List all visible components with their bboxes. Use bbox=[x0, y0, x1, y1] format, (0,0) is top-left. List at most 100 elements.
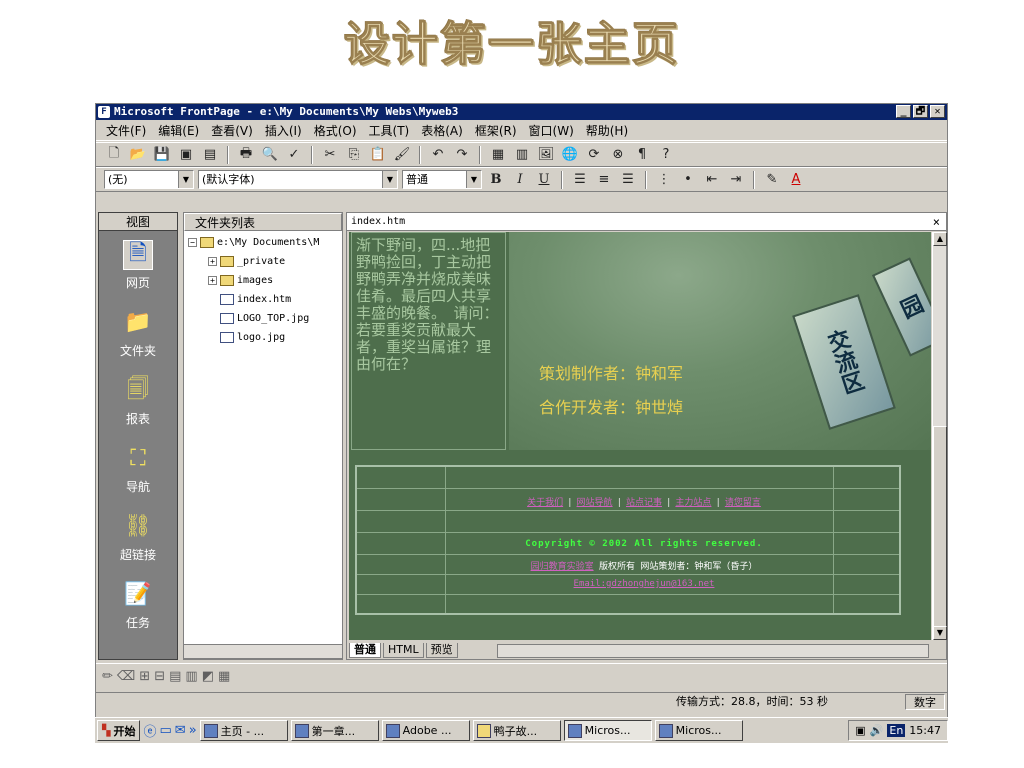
open-icon[interactable]: 📂 bbox=[128, 145, 148, 165]
style-select[interactable]: (无) ▼ bbox=[104, 170, 194, 189]
scroll-down-icon[interactable]: ▼ bbox=[933, 626, 947, 640]
tab-html[interactable]: HTML bbox=[383, 642, 424, 658]
tree-item[interactable]: + _private bbox=[208, 256, 285, 267]
show-all-icon[interactable]: ¶ bbox=[632, 145, 652, 165]
menu-format[interactable]: 格式(O) bbox=[312, 122, 359, 139]
help-icon[interactable]: ? bbox=[656, 145, 676, 165]
align-left-icon[interactable]: ☰ bbox=[570, 170, 590, 190]
insert-rows-icon[interactable]: ▤ bbox=[169, 669, 181, 684]
language-indicator[interactable]: En bbox=[887, 724, 906, 737]
folder-list-icon[interactable]: ▤ bbox=[200, 145, 220, 165]
quicklaunch-more[interactable]: » bbox=[189, 723, 197, 738]
menu-insert[interactable]: 插入(I) bbox=[263, 122, 304, 139]
open-file-name[interactable]: index.htm bbox=[351, 216, 405, 227]
save-icon[interactable]: 💾 bbox=[152, 145, 172, 165]
link-site-nav[interactable]: 网站导航 bbox=[577, 498, 613, 508]
story-text[interactable]: 渐下野间，四...地把野鸭捡回，丁主动把野鸭弄净并烧成美味佳肴。最后四人共享丰盛… bbox=[351, 232, 506, 450]
scroll-thumb[interactable] bbox=[933, 426, 947, 632]
paste-icon[interactable]: 📋 bbox=[368, 145, 388, 165]
insert-table-icon[interactable]: ▥ bbox=[512, 145, 532, 165]
copy-icon[interactable]: ⎘ bbox=[344, 145, 364, 165]
insert-picture-icon[interactable]: 🖼 bbox=[536, 145, 556, 165]
pencil-icon[interactable]: ✏ bbox=[102, 669, 113, 684]
insert-component-icon[interactable]: ▦ bbox=[488, 145, 508, 165]
table-autofit-icon[interactable]: ▦ bbox=[218, 669, 230, 684]
tab-preview[interactable]: 预览 bbox=[425, 642, 458, 658]
clock[interactable]: 15:47 bbox=[909, 724, 941, 737]
expand-icon[interactable]: + bbox=[208, 276, 217, 285]
eraser-icon[interactable]: ⌫ bbox=[117, 669, 135, 684]
highlight-icon[interactable]: ✎ bbox=[762, 170, 782, 190]
view-navigation[interactable]: ⛶ 导航 bbox=[99, 435, 177, 503]
menu-tools[interactable]: 工具(T) bbox=[367, 122, 412, 139]
menu-view[interactable]: 查看(V) bbox=[209, 122, 255, 139]
volume-icon[interactable]: 🔊 bbox=[870, 724, 884, 737]
menu-table[interactable]: 表格(A) bbox=[419, 122, 465, 139]
redo-icon[interactable]: ↷ bbox=[452, 145, 472, 165]
table-merge-icon[interactable]: ⊟ bbox=[154, 669, 165, 684]
font-select[interactable]: (默认字体) ▼ bbox=[198, 170, 398, 189]
garden-tag[interactable]: 园 bbox=[871, 257, 931, 357]
link-about-us[interactable]: 关于我们 bbox=[527, 498, 563, 508]
font-color-icon[interactable]: A bbox=[786, 170, 806, 190]
stop-icon[interactable]: ⊗ bbox=[608, 145, 628, 165]
menu-edit[interactable]: 编辑(E) bbox=[156, 122, 201, 139]
task-microsoft-2[interactable]: Micros... bbox=[654, 720, 743, 741]
minimize-button[interactable]: _ bbox=[896, 105, 911, 118]
task-homepage[interactable]: 主页 - ... bbox=[199, 720, 288, 741]
undo-icon[interactable]: ↶ bbox=[428, 145, 448, 165]
preview-icon[interactable]: 🔍 bbox=[260, 145, 280, 165]
desktop-quicklaunch-icon[interactable]: ▭ bbox=[159, 723, 171, 738]
view-reports[interactable]: 🗐 报表 bbox=[99, 367, 177, 435]
start-button[interactable]: ▚ 开始 bbox=[97, 720, 141, 741]
network-icon[interactable]: ▣ bbox=[855, 724, 865, 737]
hero-banner[interactable]: 策划制作者：钟和军 合作开发者：钟世焯 交流区 园 bbox=[509, 232, 931, 450]
bold-button[interactable]: B bbox=[486, 170, 506, 190]
view-page[interactable]: 🗎 网页 bbox=[99, 231, 177, 299]
title-bar[interactable]: F Microsoft FrontPage - e:\My Documents\… bbox=[96, 104, 947, 120]
tree-item[interactable]: + images bbox=[208, 275, 273, 286]
menu-help[interactable]: 帮助(H) bbox=[584, 122, 630, 139]
link-guestbook[interactable]: 请您留言 bbox=[725, 498, 761, 508]
exchange-area-tag[interactable]: 交流区 bbox=[792, 294, 896, 430]
align-right-icon[interactable]: ☰ bbox=[618, 170, 638, 190]
tree-item[interactable]: LOGO_TOP.jpg bbox=[220, 313, 309, 324]
align-center-icon[interactable]: ≡ bbox=[594, 170, 614, 190]
underline-button[interactable]: U bbox=[534, 170, 554, 190]
print-icon[interactable]: 🖶 bbox=[236, 145, 256, 165]
new-page-icon[interactable]: 🗋 bbox=[104, 145, 124, 165]
task-chapter-one[interactable]: 第一章... bbox=[290, 720, 379, 741]
view-folders[interactable]: 📁 文件夹 bbox=[99, 299, 177, 367]
publish-icon[interactable]: ▣ bbox=[176, 145, 196, 165]
link-main-site[interactable]: 主力站点 bbox=[675, 498, 711, 508]
task-duck-story[interactable]: 鸭子故... bbox=[472, 720, 561, 741]
close-button[interactable]: ✕ bbox=[930, 105, 945, 118]
expand-icon[interactable]: + bbox=[208, 257, 217, 266]
outlook-quicklaunch-icon[interactable]: ✉ bbox=[175, 723, 186, 738]
menu-window[interactable]: 窗口(W) bbox=[527, 122, 576, 139]
editor-vscrollbar[interactable]: ▲ ▼ bbox=[932, 232, 947, 640]
menu-file[interactable]: 文件(F) bbox=[104, 122, 148, 139]
table-split-icon[interactable]: ⊞ bbox=[139, 669, 150, 684]
owner-link[interactable]: 园归教育实验室 bbox=[531, 562, 594, 572]
email-link[interactable]: Email:gdzhonghejun@163.net bbox=[451, 579, 837, 589]
page-content[interactable]: 渐下野间，四...地把野鸭捡回，丁主动把野鸭弄净并烧成美味佳肴。最后四人共享丰盛… bbox=[349, 232, 931, 640]
task-adobe[interactable]: Adobe ... bbox=[381, 720, 470, 741]
tab-normal[interactable]: 普通 bbox=[349, 642, 381, 658]
maximize-button[interactable]: 🗗 bbox=[913, 105, 928, 118]
dropdown-arrow-icon[interactable]: ▼ bbox=[382, 171, 397, 188]
fill-color-icon[interactable]: ◩ bbox=[202, 669, 214, 684]
italic-button[interactable]: I bbox=[510, 170, 530, 190]
scroll-up-icon[interactable]: ▲ bbox=[933, 232, 947, 246]
numbered-list-icon[interactable]: ⋮ bbox=[654, 170, 674, 190]
view-tasks[interactable]: 📝 任务 bbox=[99, 571, 177, 639]
size-select[interactable]: 普通 ▼ bbox=[402, 170, 482, 189]
folder-list-hscrollbar[interactable] bbox=[183, 644, 343, 659]
decrease-indent-icon[interactable]: ⇤ bbox=[702, 170, 722, 190]
dropdown-arrow-icon[interactable]: ▼ bbox=[178, 171, 193, 188]
tree-root[interactable]: − e:\My Documents\M bbox=[188, 237, 319, 248]
format-painter-icon[interactable]: 🖌 bbox=[392, 145, 412, 165]
refresh-icon[interactable]: ⟳ bbox=[584, 145, 604, 165]
tree-item[interactable]: index.htm bbox=[220, 294, 291, 305]
cut-icon[interactable]: ✂ bbox=[320, 145, 340, 165]
